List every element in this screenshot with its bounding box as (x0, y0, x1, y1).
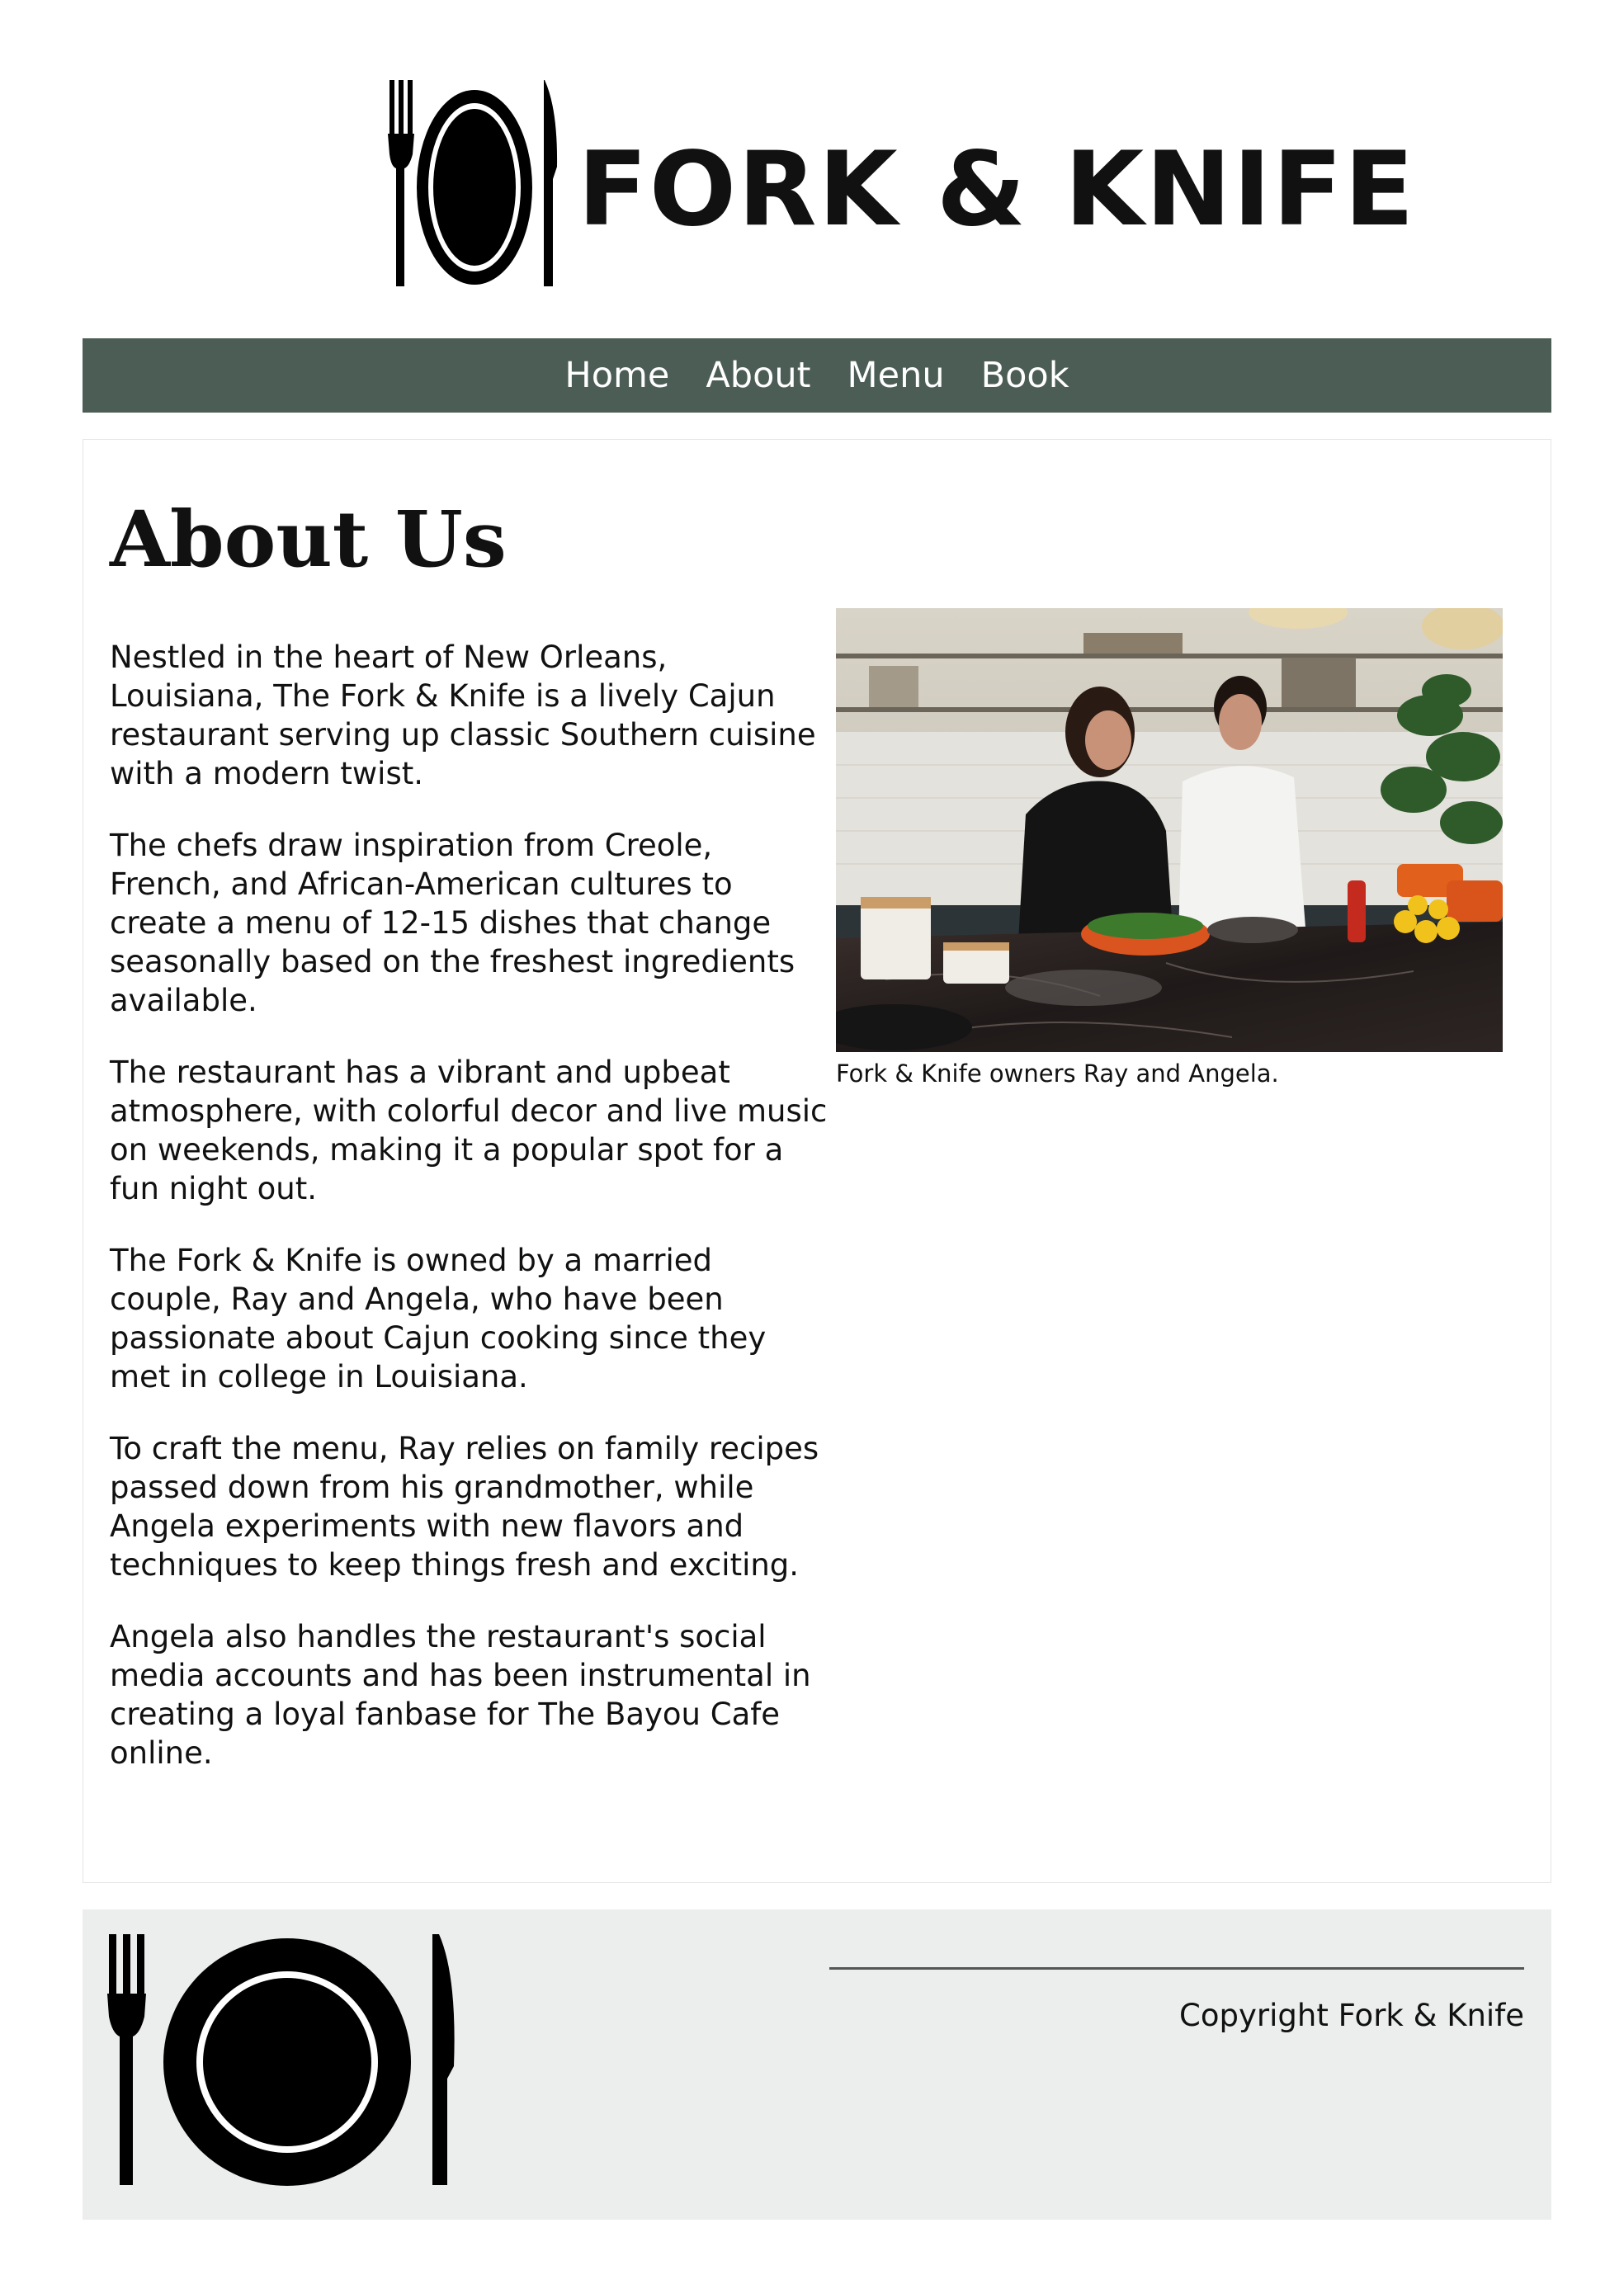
fork-plate-knife-icon (107, 1934, 455, 2186)
nav-item-menu[interactable]: Menu (847, 355, 945, 396)
nav-item-home[interactable]: Home (564, 355, 669, 396)
owners-figure: Fork & Knife owners Ray and Angela. (836, 608, 1503, 1088)
paragraph: The restaurant has a vibrant and upbeat … (110, 1055, 828, 1206)
main-nav: Home About Menu Book (83, 338, 1551, 413)
about-section: About Us Nestled in the heart of New Orl… (83, 439, 1551, 1883)
paragraph: Angela also handles the restaurant's soc… (110, 1619, 811, 1771)
paragraph: The Fork & Knife is owned by a married c… (110, 1243, 767, 1395)
copyright-text: Copyright Fork & Knife (1179, 1998, 1524, 2033)
site-footer: Copyright Fork & Knife (83, 1909, 1551, 2220)
fork-plate-knife-icon (388, 80, 558, 286)
footer-divider (829, 1967, 1524, 1970)
owners-photo (836, 608, 1503, 1052)
about-text: Nestled in the heart of New Orleans, Lou… (110, 638, 828, 1805)
nav-item-book[interactable]: Book (981, 355, 1069, 396)
paragraph: The chefs draw inspiration from Creole, … (110, 828, 795, 1018)
site-header: FORK & KNIFE (0, 0, 1624, 314)
paragraph: Nestled in the heart of New Orleans, Lou… (110, 640, 816, 791)
nav-item-about[interactable]: About (706, 355, 810, 396)
page-title: About Us (110, 494, 507, 585)
paragraph: To craft the menu, Ray relies on family … (110, 1431, 819, 1583)
photo-caption: Fork & Knife owners Ray and Angela. (836, 1060, 1279, 1088)
brand-name: FORK & KNIFE (578, 130, 1416, 249)
